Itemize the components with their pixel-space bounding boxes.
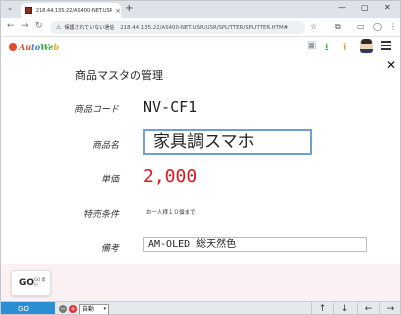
url-bar[interactable]: ⚠ 保護されていない通信 218.44.135.22/AS400-NET.USR… — [50, 21, 305, 34]
arrow-down-button[interactable]: ↓ — [333, 302, 355, 314]
split-view-icon[interactable]: ▭ — [357, 22, 365, 31]
tab-bar: ⌄ 218.44.135.22/AS400-NET.USR/ × + — ▢ ✕ — [1, 1, 400, 18]
logo-text: AutoWeb — [19, 42, 60, 52]
warning-icon[interactable]: ⚠ — [56, 24, 61, 31]
price-label: 単価 — [100, 175, 119, 185]
avatar[interactable] — [360, 39, 373, 53]
maximize-button[interactable]: ▢ — [361, 3, 369, 12]
bookmark-star-icon[interactable]: ☆ — [310, 22, 317, 31]
note-field[interactable]: AM-OLED 総天然色 — [143, 237, 367, 252]
zoom-value: 自動 — [82, 306, 95, 313]
code-value: NV-CF1 — [143, 98, 198, 116]
arrow-up-button[interactable]: ↑ — [311, 302, 333, 314]
page-title: 商品マスタの管理 — [75, 69, 163, 82]
zoom-select[interactable]: 自動 ▾ — [79, 304, 109, 314]
zoom-in-icon[interactable]: + — [69, 305, 77, 313]
url-text[interactable]: 218.44.135.22/AS400-NET.USR/USR/SPLITTER… — [120, 25, 295, 31]
profile-icon[interactable]: ◯ — [373, 22, 382, 31]
browser-menu-icon[interactable]: ⋮ — [389, 22, 397, 31]
go-button-sublabel: GO 実行 — [34, 277, 46, 287]
favicon-icon — [25, 7, 32, 14]
app-header: AutoWeb ▣ ⭳ ⭱ — [1, 37, 400, 57]
name-field[interactable]: 家具調スマホ — [143, 129, 312, 155]
tab-dropdown-icon[interactable]: ⌄ — [7, 4, 13, 12]
tab-title: 218.44.135.22/AS400-NET.USR/ — [35, 7, 113, 14]
close-icon[interactable]: ✕ — [386, 58, 396, 72]
back-button[interactable]: ← — [7, 21, 15, 31]
special-label: 特売条件 — [82, 210, 119, 220]
zoom-out-icon[interactable]: − — [59, 305, 67, 313]
upload-icon[interactable]: ⭱ — [343, 40, 347, 57]
browser-window: ⌄ 218.44.135.22/AS400-NET.USR/ × + — ▢ ✕… — [0, 0, 401, 315]
reload-button[interactable]: ↻ — [35, 21, 43, 31]
extensions-icon[interactable]: ⧉ — [335, 22, 341, 32]
bottom-toolbar: GO − + 自動 ▾ ↑ ↓ ← → — [1, 301, 400, 314]
panel-icon[interactable]: ▣ — [307, 40, 316, 51]
chevron-down-icon: ▾ — [103, 306, 106, 312]
arrow-right-button[interactable]: → — [379, 302, 400, 314]
go-button-label: GO — [19, 278, 35, 288]
logo-mark-icon — [9, 43, 17, 51]
close-window-button[interactable]: ✕ — [384, 3, 391, 12]
name-label: 商品名 — [91, 141, 119, 151]
tab-close-icon[interactable]: × — [115, 7, 121, 15]
download-icon[interactable]: ⭳ — [325, 40, 329, 57]
go-tab[interactable]: GO — [1, 302, 55, 314]
action-area: GO GO 実行 — [1, 264, 400, 301]
browser-tab[interactable]: 218.44.135.22/AS400-NET.USR/ × — [21, 3, 121, 18]
autoweb-logo: AutoWeb — [9, 41, 59, 53]
arrow-left-button[interactable]: ← — [357, 302, 379, 314]
special-value: お一人様１０個まで — [146, 210, 196, 216]
price-value: 2,000 — [143, 166, 198, 187]
new-tab-button[interactable]: + — [125, 3, 133, 14]
code-label: 商品コード — [73, 105, 119, 115]
note-label: 備考 — [100, 244, 119, 254]
menu-icon[interactable] — [381, 41, 391, 50]
security-label[interactable]: 保護されていない通信 — [64, 24, 114, 31]
forward-button[interactable]: → — [21, 21, 29, 31]
minimize-button[interactable]: — — [338, 3, 346, 12]
address-bar: ← → ↻ ⚠ 保護されていない通信 218.44.135.22/AS400-N… — [1, 18, 400, 37]
go-button[interactable]: GO GO 実行 — [11, 270, 51, 296]
